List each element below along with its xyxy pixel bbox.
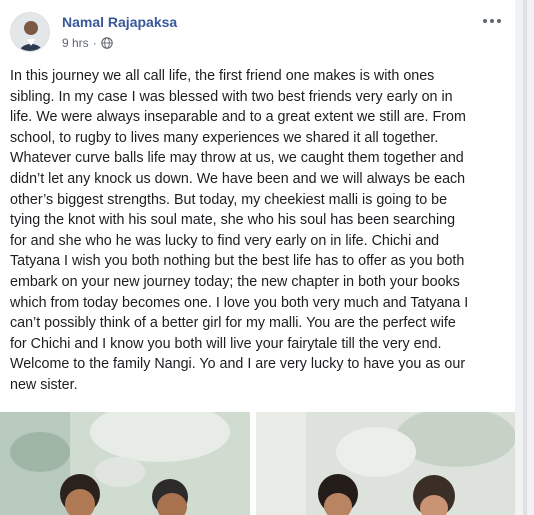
globe-icon[interactable] bbox=[100, 37, 113, 49]
more-dot bbox=[483, 19, 487, 23]
more-dot bbox=[490, 19, 494, 23]
post-author-name[interactable]: Namal Rajapaksa bbox=[62, 14, 177, 30]
family-photo-right bbox=[256, 412, 515, 515]
post-timestamp[interactable]: 9 hrs bbox=[62, 36, 89, 50]
post-photo-right[interactable] bbox=[256, 412, 515, 515]
post-body-text: In this journey we all call life, the fi… bbox=[10, 68, 469, 393]
person-avatar-icon bbox=[11, 13, 49, 51]
post-photo-left[interactable] bbox=[0, 412, 250, 515]
family-photo-left bbox=[0, 412, 250, 515]
facebook-post: Namal Rajapaksa 9 hrs · In this journey … bbox=[0, 0, 515, 515]
more-options-icon[interactable] bbox=[480, 12, 504, 30]
more-dot bbox=[497, 19, 501, 23]
post-meta: 9 hrs · bbox=[62, 36, 113, 50]
author-avatar[interactable] bbox=[10, 12, 50, 52]
scrollbar-thumb[interactable] bbox=[523, 0, 527, 515]
meta-separator: · bbox=[92, 36, 97, 50]
